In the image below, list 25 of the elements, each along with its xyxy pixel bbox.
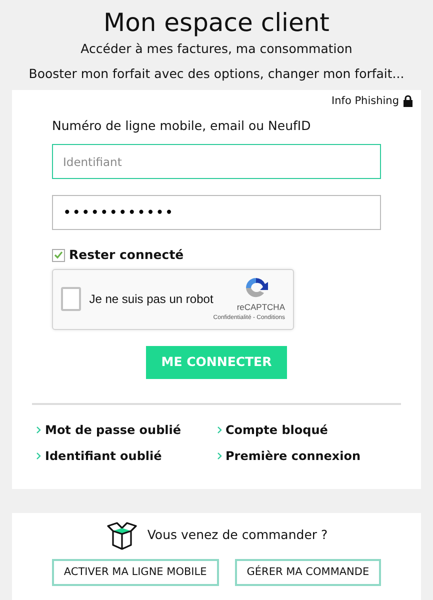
subtitle-line: Accéder à mes factures, ma consommation: [80, 40, 354, 58]
help-link[interactable]: Mot de passe oublié: [45, 420, 182, 438]
order-button[interactable]: GÉRER MA COMMANDE: [234, 558, 382, 586]
captcha-label: Je ne suis pas un robot: [89, 291, 214, 308]
field-label: Numéro de ligne mobile, email ou NeufID: [52, 117, 312, 136]
open-box-icon: [105, 520, 140, 550]
help-link[interactable]: Identifiant oublié: [45, 446, 162, 464]
subtitle-line: Booster mon forfait avec des options, changer mon forfait...: [28, 64, 406, 83]
chevron-icon: [216, 452, 222, 460]
order-button[interactable]: ACTIVER MA LIGNE MOBILE: [52, 558, 219, 586]
order-question: Vous venez de commander ?: [147, 526, 328, 544]
username-field[interactable]: Identifiant: [52, 144, 381, 179]
chevron-icon: [216, 426, 222, 434]
chevron-icon: [36, 426, 41, 434]
password-field[interactable]: ••••••••••••: [52, 195, 381, 230]
chevron-icon: [36, 452, 41, 460]
captcha-checkbox[interactable]: [61, 287, 82, 312]
checkbox[interactable]: [52, 248, 65, 262]
help-link[interactable]: Compte bloqué: [226, 420, 328, 438]
checkbox-label: Rester connecté: [69, 246, 184, 264]
phishing-info-link[interactable]: Info Phishing: [332, 94, 399, 110]
page-title: Mon espace client: [102, 8, 330, 38]
help-link[interactable]: Première connexion: [226, 446, 361, 464]
lock-icon: [403, 95, 413, 108]
captcha-brand: reCAPTCHA: [236, 301, 285, 314]
